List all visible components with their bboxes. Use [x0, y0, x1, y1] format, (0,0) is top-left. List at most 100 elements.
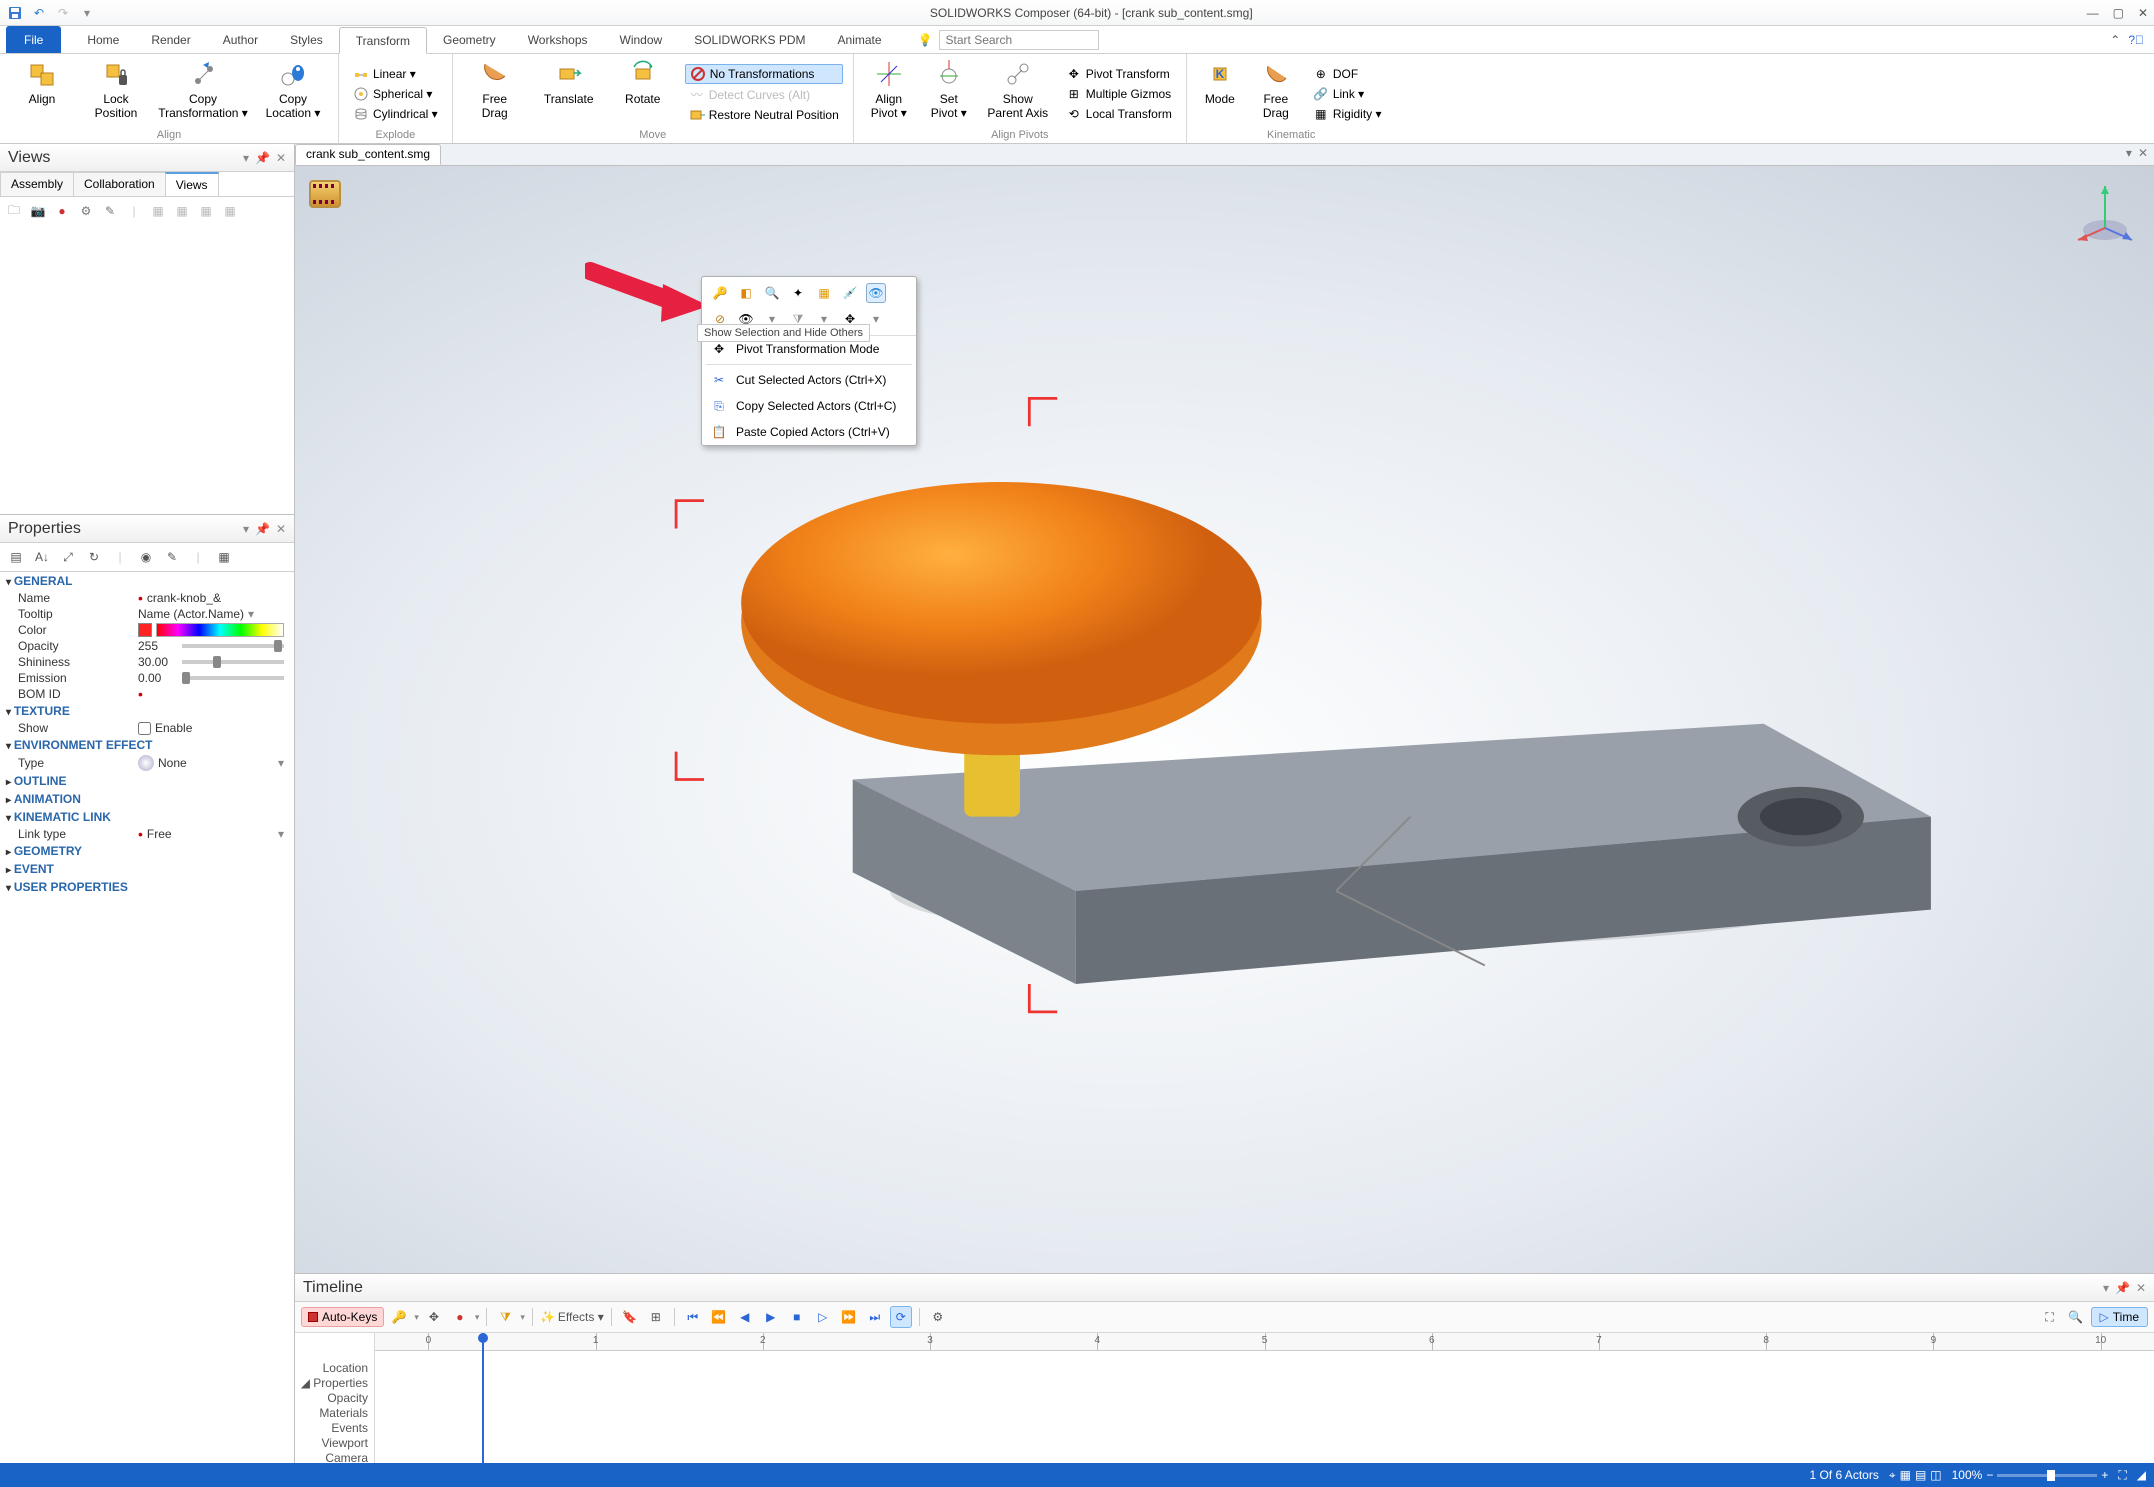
tl-key-icon[interactable]: 🔑: [388, 1306, 410, 1328]
prop-shininess-slider[interactable]: [182, 660, 284, 664]
kinematic-mode-button[interactable]: KMode: [1197, 58, 1243, 129]
ctx-icon-5[interactable]: ▦: [814, 283, 834, 303]
maximize-button[interactable]: ▢: [2113, 6, 2124, 20]
tl-rewind-icon[interactable]: ⏪: [708, 1306, 730, 1328]
ctx-icon-4[interactable]: ✦: [788, 283, 808, 303]
tl-loop-icon[interactable]: ⟳: [890, 1306, 912, 1328]
zoom-in-button[interactable]: +: [2101, 1468, 2108, 1482]
close-button[interactable]: ✕: [2138, 6, 2148, 20]
tl-last-icon[interactable]: ⏭: [864, 1306, 886, 1328]
sb-grid-icon[interactable]: ▦: [1900, 1468, 1911, 1482]
tl-first-icon[interactable]: ⏮: [682, 1306, 704, 1328]
multiple-gizmos-button[interactable]: ⊞Multiple Gizmos: [1062, 85, 1176, 103]
panel-menu-icon[interactable]: ▾: [243, 151, 249, 165]
timeline-playhead[interactable]: [482, 1333, 484, 1463]
prop-tool-1-icon[interactable]: ▤: [6, 547, 26, 567]
tl-range-icon[interactable]: ⊞: [645, 1306, 667, 1328]
prop-cat-environment[interactable]: ENVIRONMENT EFFECT: [0, 736, 290, 754]
show-parent-axis-button[interactable]: Show Parent Axis: [984, 58, 1052, 129]
prop-cat-user-properties[interactable]: USER PROPERTIES: [0, 878, 290, 896]
tab-transform[interactable]: Transform: [339, 27, 427, 54]
kinematic-free-drag-button[interactable]: Free Drag: [1253, 58, 1299, 129]
help-icon[interactable]: ?⃝: [2128, 33, 2144, 47]
prop-name-value[interactable]: crank-knob_&: [147, 591, 221, 605]
set-pivot-button[interactable]: Set Pivot ▾: [924, 58, 974, 129]
tl-zoom-icon[interactable]: 🔍: [2065, 1306, 2087, 1328]
tl-pivot-icon[interactable]: ✥: [423, 1306, 445, 1328]
doc-close-icon[interactable]: ✕: [2138, 146, 2148, 163]
zoom-out-button[interactable]: −: [1986, 1468, 1993, 1482]
lock-position-button[interactable]: Lock Position: [84, 58, 148, 129]
link-button[interactable]: 🔗Link ▾: [1309, 85, 1386, 103]
sb-layers-icon[interactable]: ◫: [1930, 1468, 1941, 1482]
prop-cat-kinematic-link[interactable]: KINEMATIC LINK: [0, 808, 290, 826]
tl-time-mode[interactable]: ▷Time: [2091, 1307, 2148, 1327]
tl-fit-icon[interactable]: ⛶: [2039, 1306, 2061, 1328]
restore-neutral-button[interactable]: Restore Neutral Position: [685, 106, 843, 124]
free-drag-button[interactable]: Free Drag: [463, 58, 527, 129]
no-transformations-button[interactable]: No Transformations: [685, 64, 843, 84]
rotate-button[interactable]: Rotate: [611, 58, 675, 129]
tl-settings-icon[interactable]: ⚙: [927, 1306, 949, 1328]
tab-author[interactable]: Author: [207, 26, 274, 53]
local-transform-button[interactable]: ⟲Local Transform: [1062, 105, 1176, 123]
prop-emission-slider[interactable]: [182, 676, 284, 680]
tab-solidworks-pdm[interactable]: SOLIDWORKS PDM: [678, 26, 821, 53]
panel-pin-icon[interactable]: 📌: [255, 151, 270, 165]
auto-keys-toggle[interactable]: Auto-Keys: [301, 1307, 384, 1327]
ctx-icon-6[interactable]: 💉: [840, 283, 860, 303]
prop-cat-event[interactable]: EVENT: [0, 860, 290, 878]
views-tool-4-icon[interactable]: ⚙: [76, 201, 96, 221]
redo-icon[interactable]: ↷: [54, 4, 72, 22]
prop-color-gradient[interactable]: [156, 623, 284, 637]
prop-tool-3-icon[interactable]: ⤢: [58, 547, 78, 567]
tab-render[interactable]: Render: [135, 26, 206, 53]
sb-view-icon[interactable]: ▤: [1915, 1468, 1926, 1482]
minimize-button[interactable]: —: [2087, 6, 2099, 20]
prop-cat-outline[interactable]: OUTLINE: [0, 772, 290, 790]
save-icon[interactable]: [6, 4, 24, 22]
rigidity-button[interactable]: ▦Rigidity ▾: [1309, 105, 1386, 123]
tl-stop-icon[interactable]: ■: [786, 1306, 808, 1328]
views-tool-8-icon[interactable]: ▦: [196, 201, 216, 221]
tl-filter-icon[interactable]: ⧩: [494, 1306, 516, 1328]
views-tool-2-icon[interactable]: 📷: [28, 201, 48, 221]
translate-button[interactable]: Translate: [537, 58, 601, 129]
prop-cat-general[interactable]: GENERAL: [0, 572, 290, 590]
ctx-icon-1[interactable]: 🔑: [710, 283, 730, 303]
prop-tooltip-value[interactable]: Name (Actor.Name): [138, 607, 244, 621]
views-tool-5-icon[interactable]: ✎: [100, 201, 120, 221]
views-tab-collaboration[interactable]: Collaboration: [73, 172, 166, 196]
collapse-ribbon-icon[interactable]: ⌃: [2110, 33, 2120, 47]
tab-animate[interactable]: Animate: [822, 26, 898, 53]
tab-home[interactable]: Home: [71, 26, 135, 53]
prop-cat-animation[interactable]: ANIMATION: [0, 790, 290, 808]
prop-tool-2-icon[interactable]: A↓: [32, 547, 52, 567]
tl-marker-icon[interactable]: 🔖: [619, 1306, 641, 1328]
tl-cam-icon[interactable]: ●: [449, 1306, 471, 1328]
copy-transformation-button[interactable]: Copy Transformation ▾: [158, 58, 248, 129]
tl-ff-icon[interactable]: ⏩: [838, 1306, 860, 1328]
detect-curves-button[interactable]: 〰Detect Curves (Alt): [685, 86, 843, 104]
sb-expand-icon[interactable]: ⛶: [2118, 1468, 2126, 1483]
cylindrical-explode-button[interactable]: Cylindrical ▾: [349, 105, 442, 123]
ctx-icon-3[interactable]: 🔍: [762, 283, 782, 303]
tl-prev-icon[interactable]: ◀: [734, 1306, 756, 1328]
file-tab[interactable]: File: [6, 26, 61, 53]
ctx-copy[interactable]: ⎘Copy Selected Actors (Ctrl+C): [702, 393, 916, 419]
tl-effects-button[interactable]: ✨Effects ▾: [540, 1306, 604, 1328]
prop-opacity-slider[interactable]: [182, 644, 284, 648]
tl-play-icon[interactable]: ▶: [760, 1306, 782, 1328]
ctx-show-icon[interactable]: 👁: [866, 283, 886, 303]
views-tool-3-icon[interactable]: ●: [52, 201, 72, 221]
sb-cursor-icon[interactable]: ⌖: [1889, 1468, 1896, 1483]
tab-styles[interactable]: Styles: [274, 26, 339, 53]
copy-location-button[interactable]: Copy Location ▾: [258, 58, 328, 129]
align-pivot-button[interactable]: Align Pivot ▾: [864, 58, 914, 129]
undo-icon[interactable]: ↶: [30, 4, 48, 22]
views-tool-7-icon[interactable]: ▦: [172, 201, 192, 221]
ctx-cut[interactable]: ✂Cut Selected Actors (Ctrl+X): [702, 367, 916, 393]
spherical-explode-button[interactable]: Spherical ▾: [349, 85, 442, 103]
ctx-icon-2[interactable]: ◧: [736, 283, 756, 303]
prop-tool-7-icon[interactable]: ▦: [214, 547, 234, 567]
